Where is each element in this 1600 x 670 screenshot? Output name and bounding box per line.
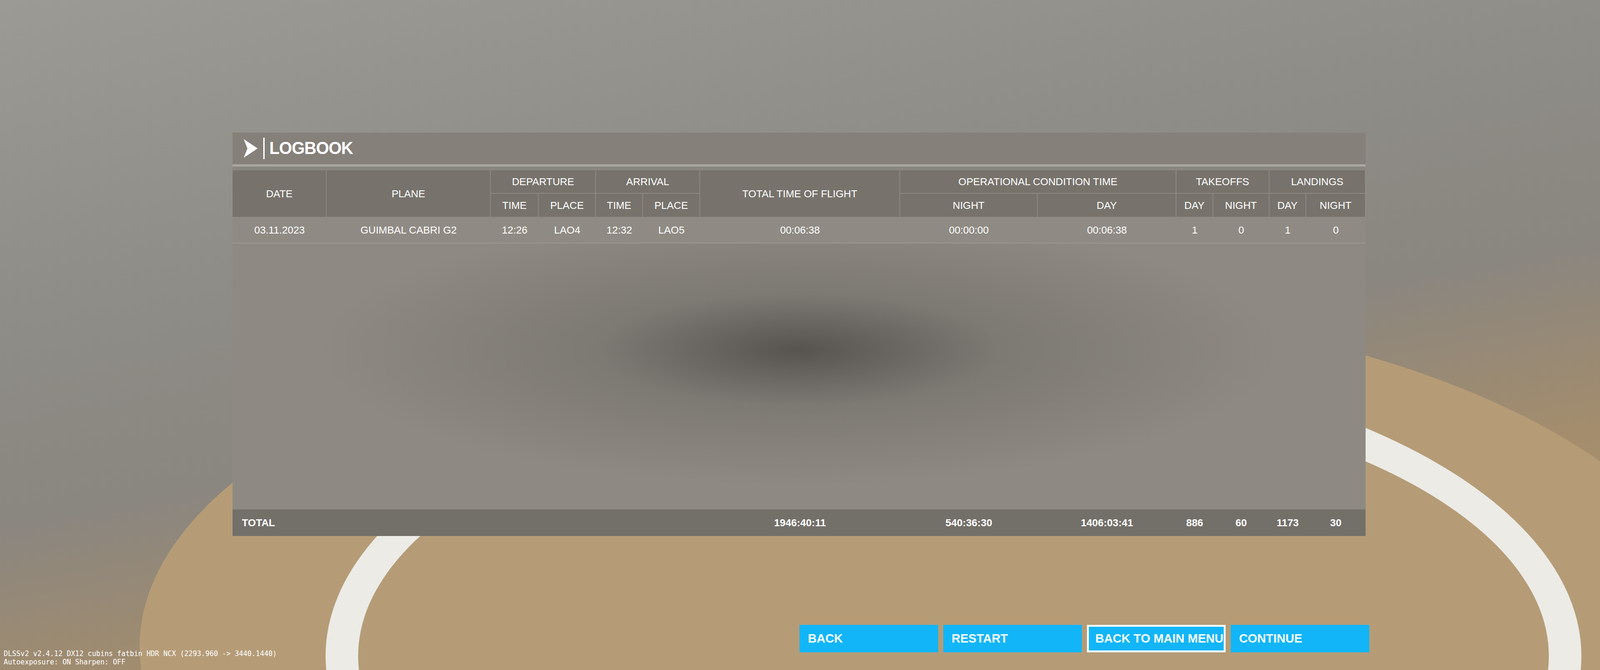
table-body: 03.11.2023GUIMBAL CABRI G212:26LAO412:32… xyxy=(232,216,1366,244)
button-bar: BACK RESTART BACK TO MAIN MENU CONTINUE xyxy=(232,624,1600,653)
menu-button[interactable]: BACK xyxy=(799,624,939,653)
debug-overlay: DLSSv2 v2.4.12 DX12 cubins fatbin HDR NC… xyxy=(3,649,277,667)
table-cell: 00:00:00 xyxy=(900,216,1038,243)
column-subheader: PLACE xyxy=(642,193,700,217)
table-cell: 00:06:38 xyxy=(1037,216,1177,243)
column-subheader: DAY xyxy=(1037,193,1177,217)
menu-button-label: RESTART xyxy=(951,629,1008,648)
logbook-header: LOGBOOK xyxy=(232,132,1366,167)
menu-button-label: BACK xyxy=(807,629,843,648)
total-cell: 1173 xyxy=(1269,509,1307,536)
column-subheader: NIGHT xyxy=(1213,193,1270,217)
total-cell: 540:36:30 xyxy=(900,509,1038,536)
menu-button[interactable]: CONTINUE xyxy=(1230,624,1370,653)
column-subheader: TIME xyxy=(595,193,643,217)
table-cell: 0 xyxy=(1213,216,1270,243)
column-header: TOTAL TIME OF FLIGHT xyxy=(700,170,900,217)
menu-button-label: BACK TO MAIN MENU xyxy=(1095,629,1224,648)
logbook-title: LOGBOOK xyxy=(269,135,354,161)
column-header: PLANE xyxy=(326,170,491,217)
header-divider xyxy=(263,137,265,160)
total-cell: 886 xyxy=(1176,509,1214,536)
table-cell: 12:26 xyxy=(490,216,539,243)
column-subheader: DAY xyxy=(1269,193,1307,217)
table-cell: 12:32 xyxy=(595,216,643,243)
table-empty-area xyxy=(232,243,1366,510)
column-header: OPERATIONAL CONDITION TIME xyxy=(900,170,1177,194)
column-header: ARRIVAL xyxy=(595,170,700,194)
chevron-icon xyxy=(242,138,259,159)
logbook-panel: LOGBOOK DATEPLANEDEPARTUREARRIVALTOTAL T… xyxy=(232,132,1366,536)
table-cell: 0 xyxy=(1306,216,1366,243)
table-cell: LAO5 xyxy=(642,216,700,243)
debug-line: DLSSv2 v2.4.12 DX12 cubins fatbin HDR NC… xyxy=(3,649,277,658)
total-row: TOTAL1946:40:11540:36:301406:03:41886601… xyxy=(232,509,1366,536)
table-cell: 03.11.2023 xyxy=(232,216,327,243)
column-header: DEPARTURE xyxy=(490,170,596,194)
column-subheader: NIGHT xyxy=(1306,193,1366,217)
table-cell: 1 xyxy=(1269,216,1307,243)
column-subheader: PLACE xyxy=(538,193,596,217)
table-cell: 00:06:38 xyxy=(700,216,900,243)
table-row[interactable]: 03.11.2023GUIMBAL CABRI G212:26LAO412:32… xyxy=(232,216,1366,244)
table-cell: GUIMBAL CABRI G2 xyxy=(326,216,491,243)
column-subheader: TIME xyxy=(490,193,539,217)
debug-line: Autoexposure: ON Sharpen: OFF xyxy=(3,657,277,667)
table-header: DATEPLANEDEPARTUREARRIVALTOTAL TIME OF F… xyxy=(232,170,1366,217)
menu-button[interactable]: BACK TO MAIN MENU xyxy=(1086,624,1226,653)
column-subheader: NIGHT xyxy=(900,193,1038,217)
column-subheader: DAY xyxy=(1176,193,1214,217)
column-header: LANDINGS xyxy=(1269,170,1366,194)
column-header: DATE xyxy=(232,170,327,217)
total-cell: 1406:03:41 xyxy=(1037,509,1177,536)
total-cell: 1946:40:11 xyxy=(700,509,900,536)
total-cell: 30 xyxy=(1306,509,1366,536)
menu-button-label: CONTINUE xyxy=(1239,629,1303,648)
menu-button[interactable]: RESTART xyxy=(943,624,1082,653)
table-cell: 1 xyxy=(1176,216,1214,243)
total-cell: 60 xyxy=(1213,509,1270,536)
game-screen: LOGBOOK DATEPLANEDEPARTUREARRIVALTOTAL T… xyxy=(0,0,1600,670)
column-header: TAKEOFFS xyxy=(1176,170,1270,194)
total-label: TOTAL xyxy=(232,509,700,536)
table-cell: LAO4 xyxy=(538,216,596,243)
